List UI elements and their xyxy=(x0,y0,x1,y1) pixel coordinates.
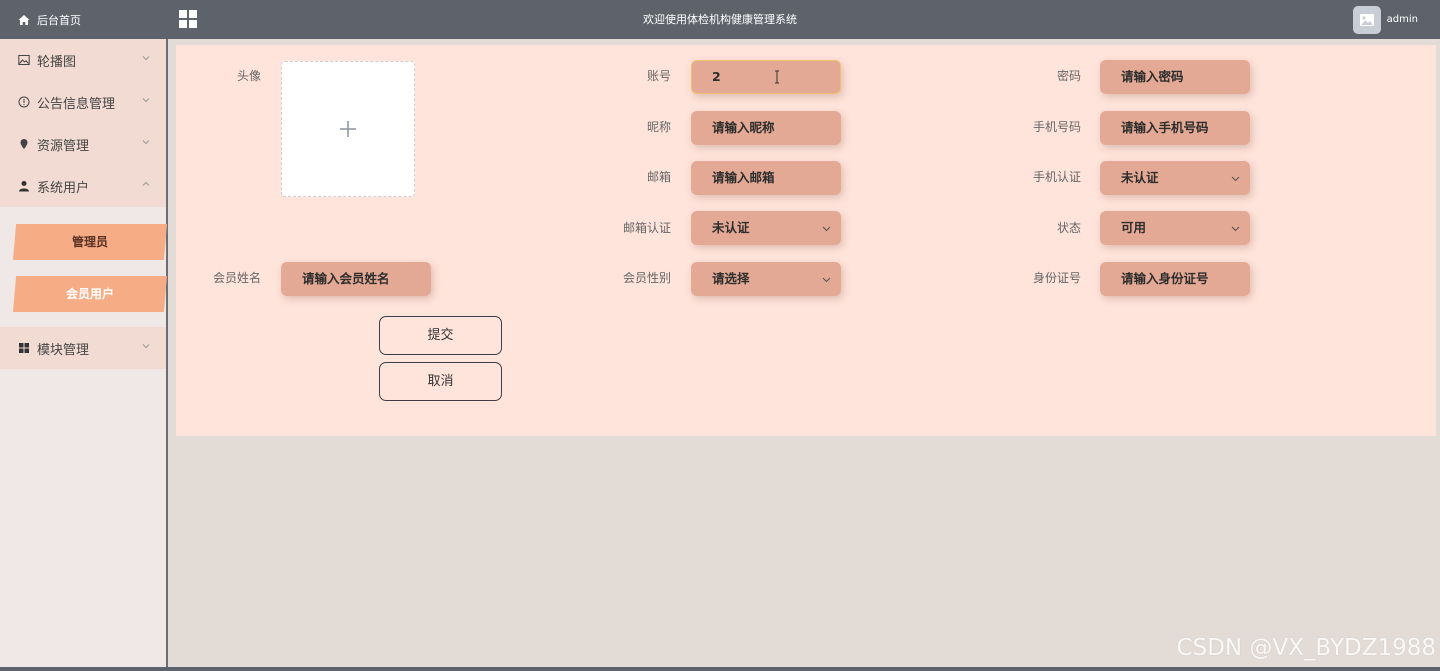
watermark: CSDN @VX_BYDZ1988 xyxy=(1176,635,1436,661)
text-cursor-icon xyxy=(775,70,779,84)
chevron-down-icon xyxy=(142,344,150,349)
status-value: 可用 xyxy=(1121,220,1147,235)
sidebar-item-resources[interactable]: 资源管理 xyxy=(0,123,166,165)
sidebar-item-announcements[interactable]: 公告信息管理 xyxy=(0,81,166,123)
account-value: 2 xyxy=(712,69,721,84)
password-label: 密码 xyxy=(1056,69,1081,83)
chevron-down-icon xyxy=(142,98,150,103)
chevron-down-icon xyxy=(822,277,831,283)
status-select[interactable]: 可用 xyxy=(1100,211,1250,245)
chevron-down-icon xyxy=(1231,176,1240,182)
sidebar-item-label: 模块管理 xyxy=(37,342,90,358)
pin-icon xyxy=(18,138,30,150)
phone-verify-value: 未认证 xyxy=(1121,170,1159,185)
sidebar-item-label: 资源管理 xyxy=(37,138,90,154)
gender-select[interactable]: 请选择 xyxy=(691,262,841,296)
chevron-down-icon xyxy=(1231,226,1240,232)
member-name-label: 会员姓名 xyxy=(212,271,261,285)
system-title: 欢迎使用体检机构健康管理系统 xyxy=(643,13,797,26)
user-name: admin xyxy=(1386,14,1418,25)
account-label: 账号 xyxy=(646,69,671,83)
submenu-member-users-button[interactable]: 会员用户 xyxy=(13,276,167,312)
email-verify-value: 未认证 xyxy=(712,220,750,235)
account-input[interactable]: 2 xyxy=(691,60,841,94)
chevron-down-icon xyxy=(142,56,150,61)
grid-icon xyxy=(18,342,30,354)
id-card-label: 身份证号 xyxy=(1032,271,1081,285)
member-form-panel: 头像 会员姓名 请输入会员姓名 提交 取消 账号 2 昵称 请输入昵称 邮箱 请… xyxy=(176,45,1436,436)
email-label: 邮箱 xyxy=(646,170,671,184)
phone-input[interactable]: 请输入手机号码 xyxy=(1100,111,1250,145)
sidebar: 轮播图 公告信息管理 资源管理 系统用户 管理员 会员用户 模块管理 xyxy=(0,39,168,671)
sidebar-item-carousel[interactable]: 轮播图 xyxy=(0,39,166,81)
nickname-label: 昵称 xyxy=(646,120,671,134)
system-users-submenu: 管理员 会员用户 xyxy=(0,207,167,327)
picture-icon xyxy=(1359,13,1374,26)
sidebar-item-label: 公告信息管理 xyxy=(37,96,116,112)
cancel-button[interactable]: 取消 xyxy=(379,362,502,401)
plus-icon xyxy=(340,121,356,137)
image-icon xyxy=(18,54,30,66)
phone-verify-select[interactable]: 未认证 xyxy=(1100,161,1250,195)
member-name-input[interactable]: 请输入会员姓名 xyxy=(281,262,431,296)
top-header: 后台首页 欢迎使用体检机构健康管理系统 admin xyxy=(0,0,1440,39)
email-verify-select[interactable]: 未认证 xyxy=(691,211,841,245)
gender-label: 会员性别 xyxy=(622,271,671,285)
sidebar-item-label: 系统用户 xyxy=(37,180,90,196)
phone-verify-label: 手机认证 xyxy=(1032,170,1081,184)
sidebar-item-label: 轮播图 xyxy=(37,54,77,70)
bottom-bar xyxy=(0,667,1440,671)
user-icon xyxy=(18,180,30,192)
menu-toggle-grid-icon[interactable] xyxy=(179,10,197,28)
avatar xyxy=(1352,5,1381,34)
password-input[interactable]: 请输入密码 xyxy=(1100,60,1250,94)
avatar-label: 头像 xyxy=(236,69,261,83)
sidebar-item-system-users[interactable]: 系统用户 xyxy=(0,165,166,207)
home-label: 后台首页 xyxy=(37,13,81,27)
home-link[interactable]: 后台首页 xyxy=(0,0,168,39)
chevron-down-icon xyxy=(142,140,150,145)
email-input[interactable]: 请输入邮箱 xyxy=(691,161,841,195)
chevron-up-icon xyxy=(142,181,150,186)
info-circle-icon xyxy=(18,96,30,108)
avatar-uploader[interactable] xyxy=(281,61,415,197)
nickname-input[interactable]: 请输入昵称 xyxy=(691,111,841,145)
id-card-input[interactable]: 请输入身份证号 xyxy=(1100,262,1250,296)
status-label: 状态 xyxy=(1056,221,1081,235)
phone-label: 手机号码 xyxy=(1032,120,1081,134)
gender-value: 请选择 xyxy=(712,271,750,286)
submit-button[interactable]: 提交 xyxy=(379,316,502,355)
submenu-admin-button[interactable]: 管理员 xyxy=(13,224,167,260)
email-verify-label: 邮箱认证 xyxy=(622,221,671,235)
user-menu[interactable]: admin xyxy=(1352,5,1418,34)
home-icon xyxy=(18,14,30,25)
chevron-down-icon xyxy=(822,226,831,232)
sidebar-item-modules[interactable]: 模块管理 xyxy=(0,327,166,369)
